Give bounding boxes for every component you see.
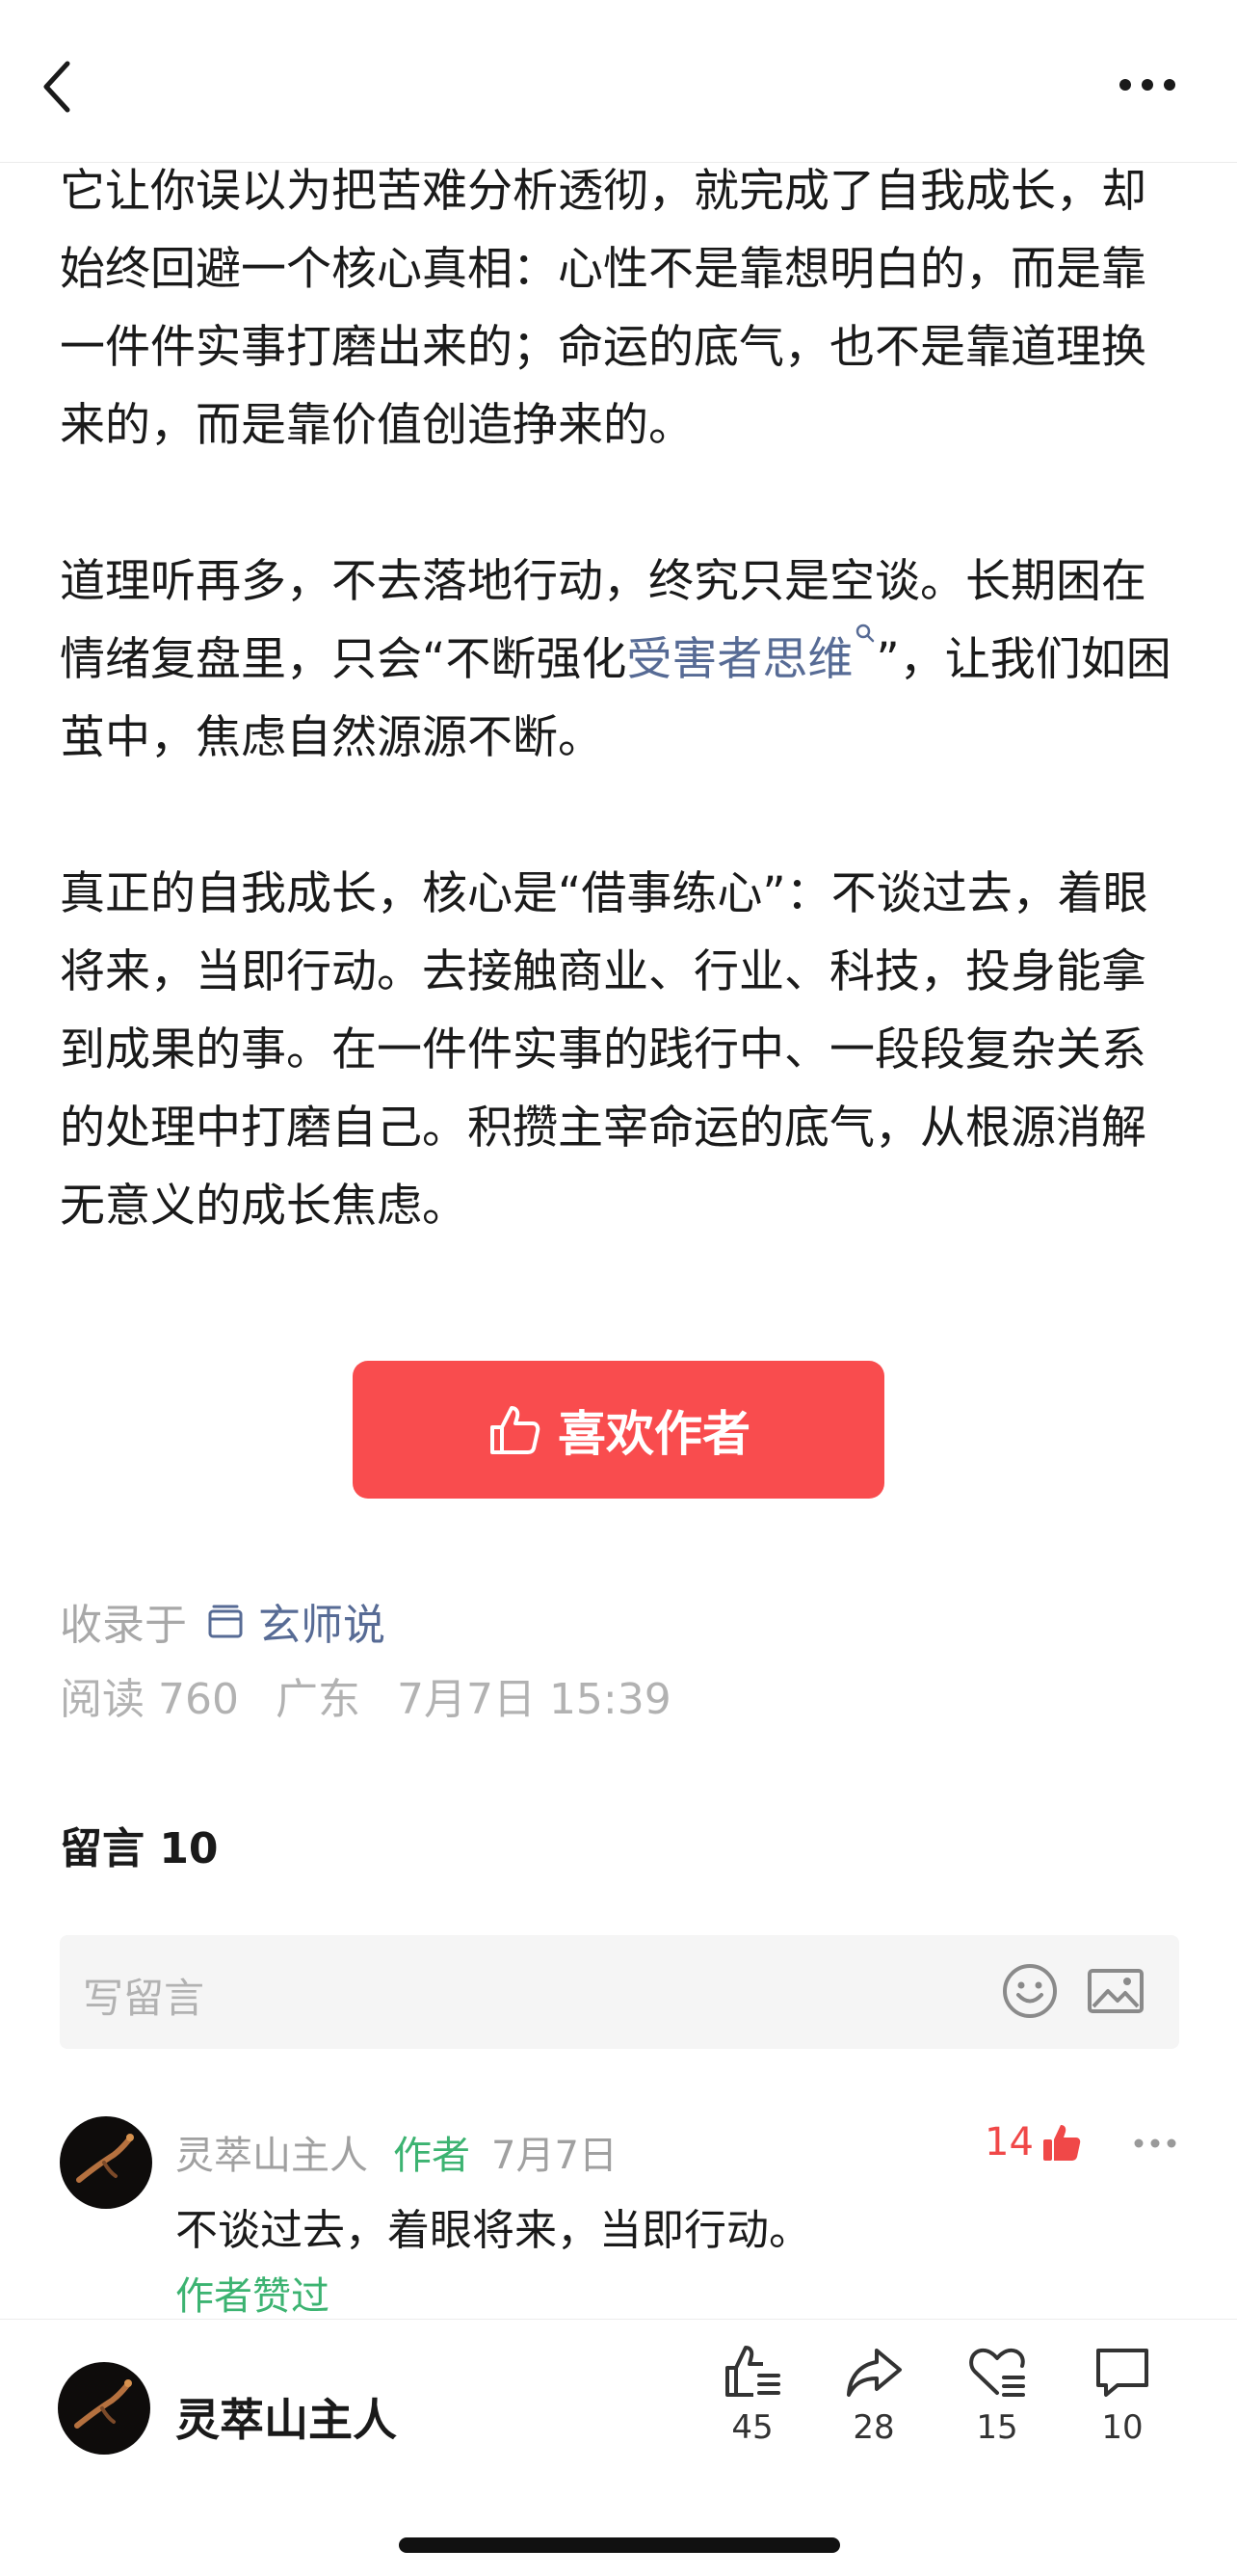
like-count: 45 xyxy=(731,2408,774,2447)
collection-row: 收录于 玄师说 xyxy=(60,1590,385,1652)
author-tag: 作者 xyxy=(393,2134,470,2178)
emoji-button[interactable] xyxy=(1000,1961,1060,2025)
article-paragraph: 真正的自我成长，核心是“借事练心”：不谈过去，着眼将来，当即行动。去接触商业、行… xyxy=(60,867,1148,1233)
article-paragraph: 道理听再多，不去落地行动，终究只是空谈。长期困在情绪复盘里，只会“不断强化受害者… xyxy=(60,543,1187,777)
comment-like-button[interactable]: 14 xyxy=(985,2120,1082,2164)
avatar-image xyxy=(58,2362,150,2455)
comment-button[interactable]: 10 xyxy=(1079,2343,1166,2447)
collection-name: 玄师说 xyxy=(258,1601,385,1650)
home-indicator xyxy=(399,2537,840,2553)
comments-heading: 留言 10 xyxy=(60,1824,219,1873)
share-arrow-icon xyxy=(847,2349,902,2397)
publish-datetime: 7月7日 15:39 xyxy=(396,1675,671,1724)
comment-text: 不谈过去，着眼将来，当即行动。 xyxy=(175,2206,811,2255)
author-name[interactable]: 灵萃山主人 xyxy=(175,2385,397,2449)
like-button[interactable]: 45 xyxy=(709,2343,796,2447)
article-paragraph: 它让你误以为把苦难分析透彻，就完成了自我成长，却始终回避一个核心真相：心性不是靠… xyxy=(60,165,1146,452)
more-dots-icon xyxy=(1119,79,1175,91)
heart-icon xyxy=(969,2348,1025,2397)
comment-input[interactable]: 写留言 xyxy=(60,1935,1179,2049)
favorite-count: 15 xyxy=(976,2408,1018,2447)
share-button[interactable]: 28 xyxy=(830,2343,917,2447)
comment-like-count: 14 xyxy=(985,2120,1034,2164)
commenter-name[interactable]: 灵萃山主人 xyxy=(175,2124,368,2180)
comment-item: 灵萃山主人 作者 7月7日 14 不谈过去，着眼将来，当即行动。 作者赞过 xyxy=(60,2111,1179,2319)
share-count: 28 xyxy=(853,2408,895,2447)
author-liked-badge: 作者赞过 xyxy=(175,2274,329,2319)
read-count: 阅读 760 xyxy=(60,1675,239,1724)
collected-prefix: 收录于 xyxy=(60,1601,187,1650)
favorite-button[interactable]: 15 xyxy=(954,2343,1040,2447)
article-body: 它让你误以为把苦难分析透彻，就完成了自我成长，却始终回避一个核心真相：心性不是靠… xyxy=(60,152,1187,1245)
bottom-action-bar: 灵萃山主人 45 28 15 10 xyxy=(0,2319,1237,2576)
keyword-text: 受害者思维 xyxy=(626,633,854,686)
article-stats-row: 阅读 760 广东 7月7日 15:39 xyxy=(60,1664,695,1726)
author-avatar[interactable] xyxy=(58,2362,150,2455)
collection-link[interactable]: 玄师说 xyxy=(206,1590,385,1652)
more-dots-icon xyxy=(1134,2138,1176,2148)
more-options-button[interactable] xyxy=(1118,75,1195,114)
emoji-icon xyxy=(1003,1964,1057,2018)
image-icon xyxy=(1088,1969,1144,2013)
back-chevron-icon xyxy=(43,61,70,113)
location: 广东 xyxy=(275,1675,360,1724)
avatar[interactable] xyxy=(60,2116,152,2209)
folder-icon xyxy=(208,1605,243,1638)
search-icon xyxy=(856,624,875,643)
back-button[interactable] xyxy=(39,58,87,125)
thumbs-up-icon xyxy=(490,1405,540,1454)
comment-count: 10 xyxy=(1101,2408,1144,2447)
like-author-button[interactable]: 喜欢作者 xyxy=(353,1361,884,1499)
avatar-image xyxy=(60,2116,152,2209)
thumbs-up-icon xyxy=(725,2346,780,2397)
keyword-search-link[interactable]: 受害者思维 xyxy=(626,624,876,686)
top-nav-bar xyxy=(0,0,1237,163)
comment-bubble-icon xyxy=(1096,2349,1148,2397)
like-author-label: 喜欢作者 xyxy=(558,1405,750,1462)
image-button[interactable] xyxy=(1087,1968,1145,2018)
comment-date: 7月7日 xyxy=(491,2134,618,2178)
comment-more-button[interactable] xyxy=(1133,2136,1177,2154)
thumbs-up-filled-icon xyxy=(1042,2125,1081,2161)
comment-placeholder: 写留言 xyxy=(83,1975,205,2022)
